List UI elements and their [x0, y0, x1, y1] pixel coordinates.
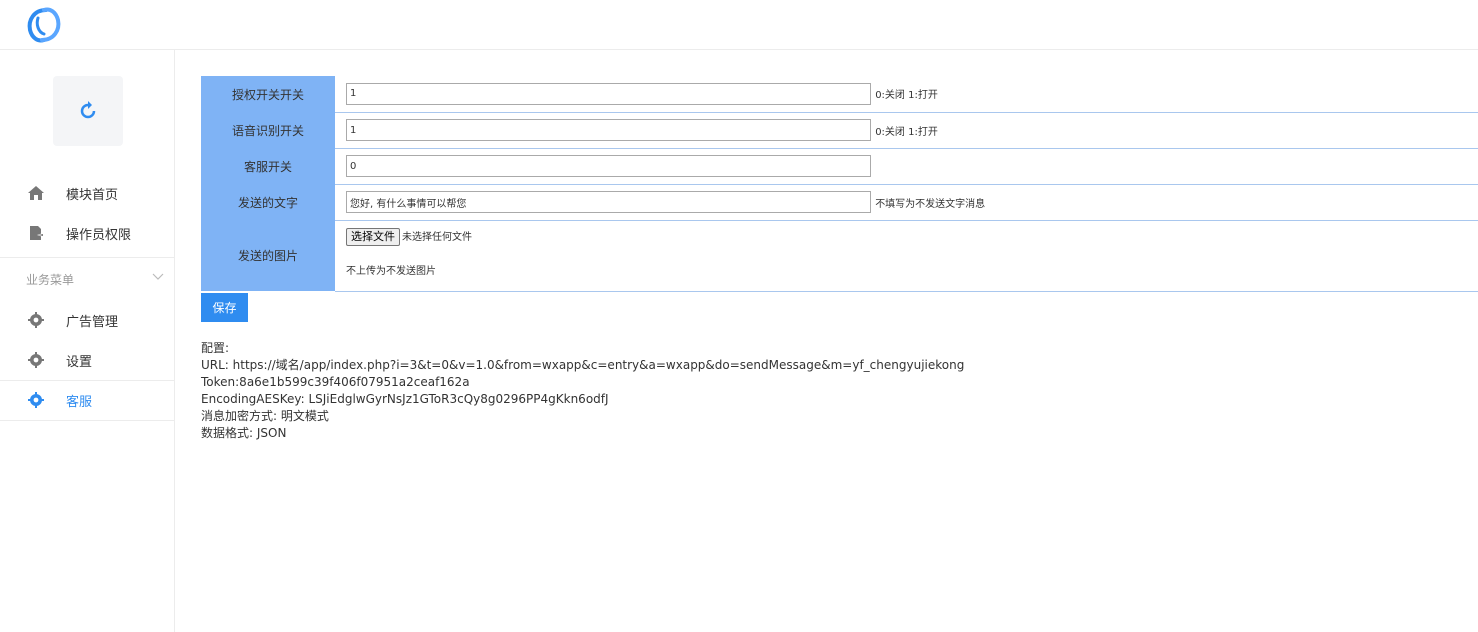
gear-icon	[27, 312, 45, 328]
config-url: URL: https://域名/app/index.php?i=3&t=0&v=…	[201, 357, 965, 372]
field-hint: 0:关闭 1:打开	[875, 126, 938, 138]
field-hint: 不上传为不发送图片	[346, 266, 436, 277]
form-row: 授权开关开关 0:关闭 1:打开	[201, 76, 1478, 113]
sidebar-item-label: 模块首页	[66, 187, 119, 203]
sidebar-group-business[interactable]: 业务菜单	[0, 258, 174, 298]
config-encryption-mode: 消息加密方式: 明文模式	[201, 408, 329, 423]
field-cell: 选择文件 未选择任何文件 不上传为不发送图片	[335, 220, 1478, 292]
document-icon	[27, 225, 45, 241]
form-row: 发送的图片 选择文件 未选择任何文件 不上传为不发送图片	[201, 220, 1478, 292]
voice-recognition-switch-input[interactable]	[346, 119, 871, 141]
sidebar-item-customer-service[interactable]: 客服	[0, 380, 174, 420]
logo-icon[interactable]	[24, 6, 64, 44]
send-text-input[interactable]	[346, 191, 871, 213]
sidebar-item-label: 设置	[66, 354, 93, 370]
gear-icon	[27, 352, 45, 368]
form-row: 语音识别开关 0:关闭 1:打开	[201, 112, 1478, 149]
sidebar-item-ad-management[interactable]: 广告管理	[0, 300, 174, 340]
main-content: 授权开关开关 0:关闭 1:打开 语音识别开关 0:关闭 1:打开 客服开关 发…	[201, 76, 1478, 442]
sidebar-item-settings[interactable]: 设置	[0, 340, 174, 380]
settings-form: 授权开关开关 0:关闭 1:打开 语音识别开关 0:关闭 1:打开 客服开关 发…	[201, 76, 1478, 292]
top-bar	[0, 0, 1478, 50]
sidebar-item-label: 操作员权限	[66, 227, 132, 243]
sidebar-item-operator-permissions[interactable]: 操作员权限	[0, 213, 174, 253]
config-data-format: 数据格式: JSON	[201, 425, 287, 440]
module-thumbnail[interactable]	[53, 76, 123, 146]
field-cell	[335, 148, 1478, 185]
home-icon	[27, 185, 45, 201]
sidebar: 模块首页 操作员权限 业务菜单 广告管理 设置 客服	[0, 50, 175, 632]
config-title: 配置:	[201, 340, 230, 355]
sidebar-item-module-home[interactable]: 模块首页	[0, 173, 174, 213]
choose-file-button[interactable]: 选择文件	[346, 228, 400, 246]
form-row: 客服开关	[201, 148, 1478, 185]
save-button[interactable]: 保存	[201, 292, 248, 322]
config-encoding-aes-key: EncodingAESKey: LSJiEdglwGyrNsJz1GToR3cQ…	[201, 391, 609, 406]
field-cell: 0:关闭 1:打开	[335, 76, 1478, 113]
config-token: Token:8a6e1b599c39f406f07951a2ceaf162a	[201, 374, 470, 389]
field-hint: 0:关闭 1:打开	[875, 90, 938, 102]
field-label: 语音识别开关	[201, 112, 335, 148]
customer-service-switch-input[interactable]	[346, 155, 871, 177]
field-label: 发送的文字	[201, 184, 335, 220]
divider	[0, 420, 174, 421]
sidebar-group-label: 业务菜单	[26, 273, 75, 287]
sidebar-item-label: 客服	[66, 394, 93, 410]
refresh-icon	[80, 101, 96, 119]
field-label: 发送的图片	[201, 220, 335, 291]
sidebar-item-label: 广告管理	[66, 314, 119, 330]
field-hint: 不填写为不发送文字消息	[875, 198, 986, 210]
config-info: 配置: URL: https://域名/app/index.php?i=3&t=…	[201, 340, 1478, 442]
chevron-down-icon	[152, 273, 164, 280]
form-row: 发送的文字 不填写为不发送文字消息	[201, 184, 1478, 221]
field-label: 客服开关	[201, 148, 335, 184]
field-label: 授权开关开关	[201, 76, 335, 112]
field-cell: 0:关闭 1:打开	[335, 112, 1478, 149]
no-file-text: 未选择任何文件	[402, 232, 472, 243]
gear-icon	[27, 392, 45, 408]
auth-switch-input[interactable]	[346, 82, 871, 105]
field-cell: 不填写为不发送文字消息	[335, 184, 1478, 221]
